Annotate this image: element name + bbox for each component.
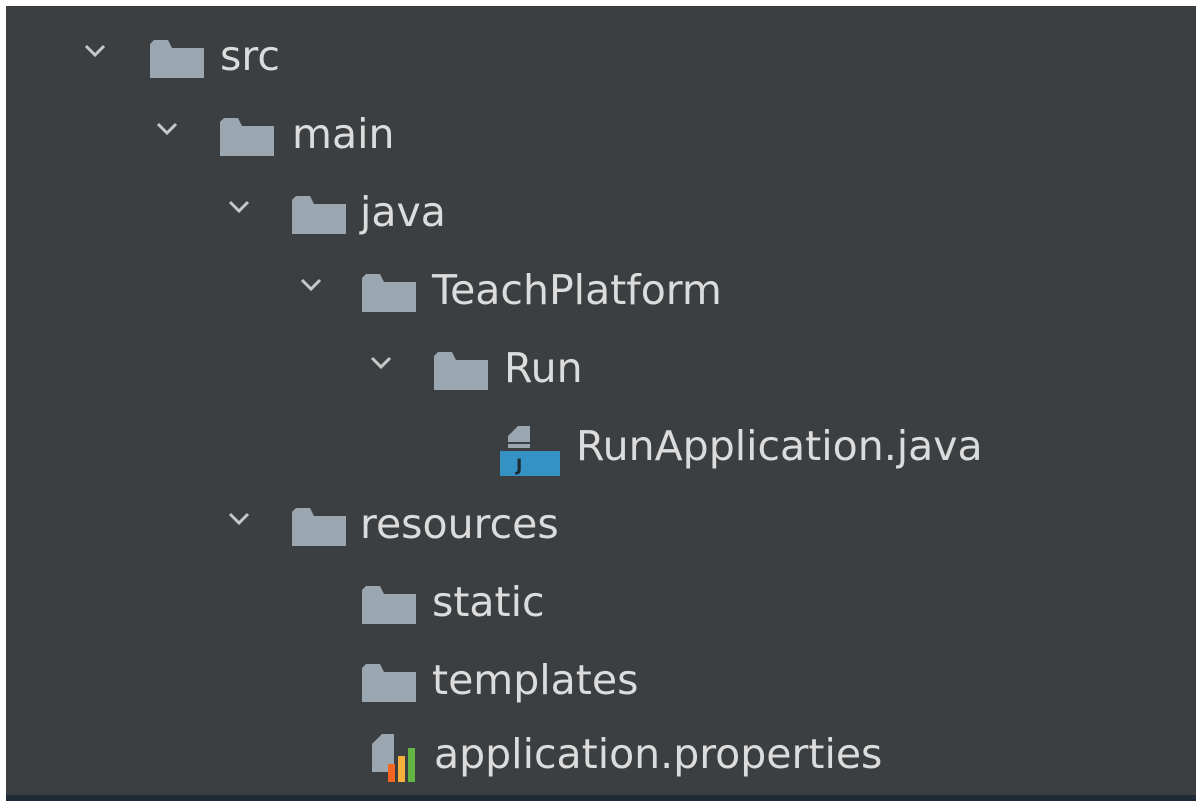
folder-icon (150, 40, 204, 78)
folder-icon (362, 274, 416, 312)
tree-item-templates[interactable]: templates (6, 642, 1196, 720)
tree-item-main[interactable]: main (6, 96, 1196, 174)
project-tree-panel: src main java TeachPlatform Run J RunApp… (6, 6, 1196, 795)
tree-item-src[interactable]: src (6, 18, 1196, 96)
folder-icon (292, 508, 346, 546)
tree-item-label: static (432, 578, 545, 626)
tree-item-label: RunApplication.java (576, 422, 983, 470)
chevron-down-icon[interactable] (228, 200, 250, 214)
folder-icon (292, 196, 346, 234)
panel-bottom-border (6, 795, 1196, 801)
tree-item-resources[interactable]: resources (6, 486, 1196, 564)
chevron-down-icon[interactable] (300, 278, 322, 292)
tree-item-java[interactable]: java (6, 174, 1196, 252)
tree-item-label: templates (432, 656, 639, 704)
java-class-file-icon: J (500, 424, 560, 476)
folder-icon (434, 352, 488, 390)
tree-item-label: resources (360, 500, 559, 548)
tree-item-application-properties[interactable]: application.properties (6, 716, 1196, 794)
tree-item-label: Run (504, 344, 583, 392)
tree-item-static[interactable]: static (6, 564, 1196, 642)
folder-icon (220, 118, 274, 156)
folder-icon (362, 664, 416, 702)
tree-item-label: src (220, 32, 280, 80)
chevron-down-icon[interactable] (84, 44, 106, 58)
properties-file-icon (368, 732, 428, 784)
svg-text:J: J (515, 456, 522, 476)
chevron-down-icon[interactable] (370, 356, 392, 370)
tree-item-label: java (360, 188, 446, 236)
tree-item-teachplatform[interactable]: TeachPlatform (6, 252, 1196, 330)
tree-item-runapplication-java[interactable]: J RunApplication.java (6, 408, 1196, 486)
tree-item-label: TeachPlatform (432, 266, 722, 314)
chevron-down-icon[interactable] (228, 512, 250, 526)
folder-icon (362, 586, 416, 624)
tree-item-label: main (292, 110, 395, 158)
tree-item-label: application.properties (434, 730, 883, 778)
tree-item-run[interactable]: Run (6, 330, 1196, 408)
chevron-down-icon[interactable] (156, 122, 178, 136)
